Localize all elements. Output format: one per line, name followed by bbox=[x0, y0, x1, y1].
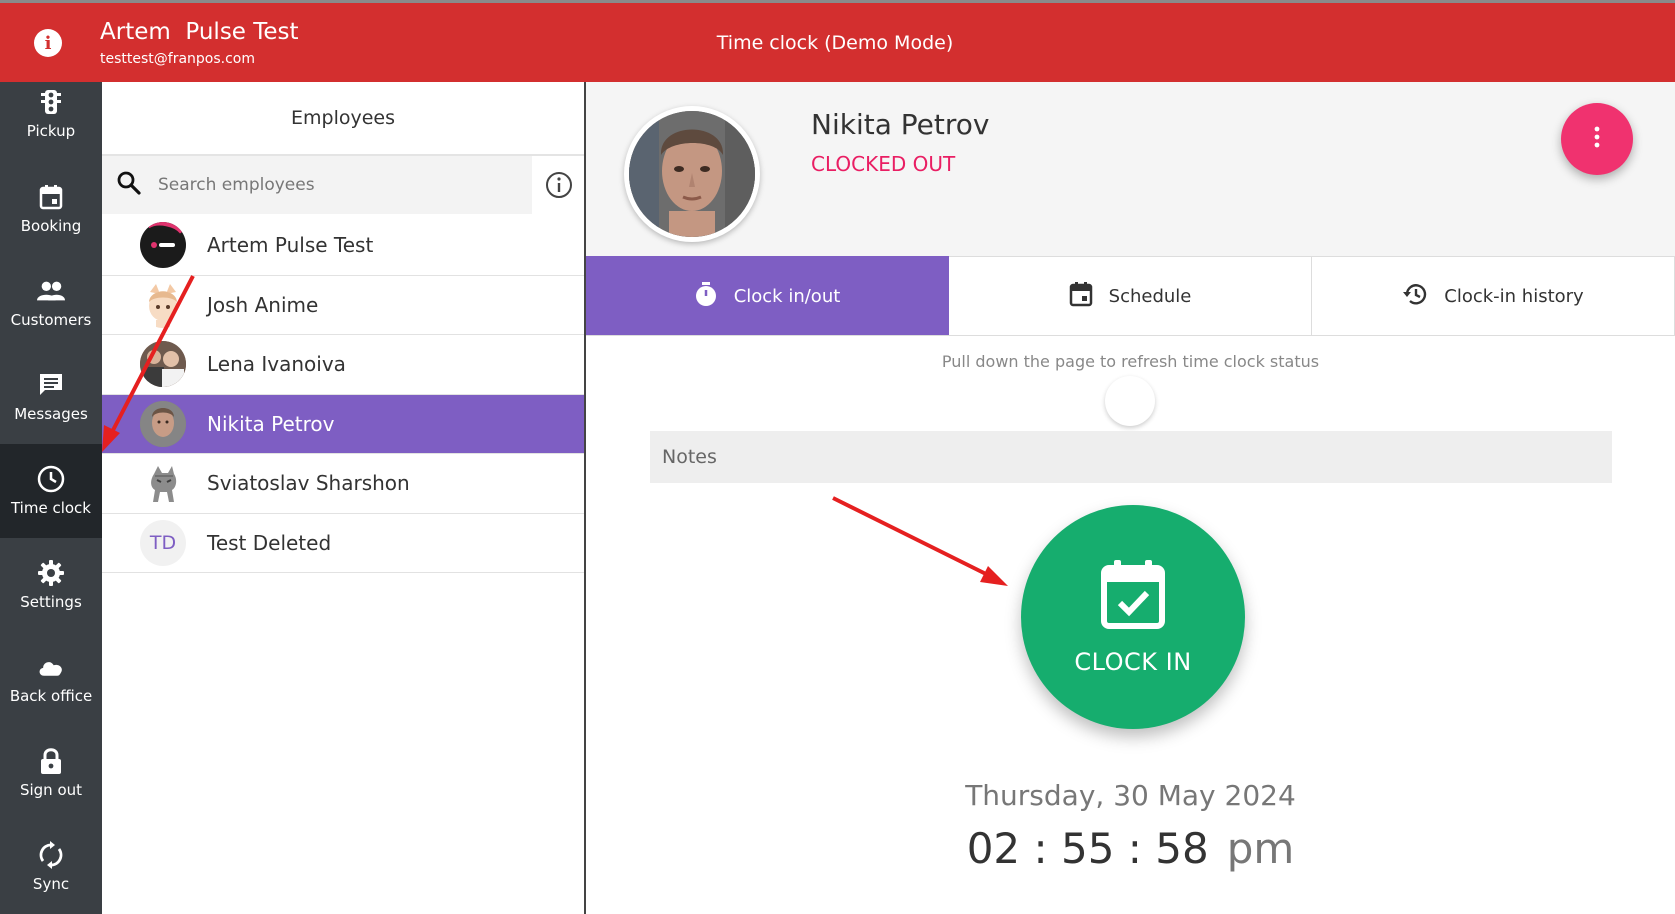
sidebar-item-label: Customers bbox=[10, 311, 92, 329]
employee-row-selected[interactable]: Nikita Petrov bbox=[102, 394, 584, 454]
user-name: Artem Pulse Test bbox=[100, 19, 299, 45]
employee-row[interactable]: Josh Anime bbox=[102, 276, 584, 335]
info-circle-icon[interactable] bbox=[544, 170, 574, 204]
clock-in-button[interactable]: CLOCK IN bbox=[1021, 505, 1245, 729]
notes-field[interactable]: Notes bbox=[650, 431, 1612, 483]
more-options-button[interactable] bbox=[1561, 103, 1633, 175]
employee-name: Nikita Petrov bbox=[207, 411, 335, 436]
employees-header: Employees bbox=[102, 82, 584, 156]
employee-detail: Nikita Petrov CLOCKED OUT Clock in/out S… bbox=[586, 82, 1675, 914]
sidebar-item-label: Sync bbox=[32, 875, 70, 893]
current-date: Thursday, 30 May 2024 bbox=[965, 779, 1296, 812]
time-clock-screen: i Artem Pulse Test testtest@franpos.com … bbox=[0, 0, 1675, 914]
history-icon bbox=[1402, 281, 1428, 312]
employee-name: Josh Anime bbox=[207, 292, 319, 317]
clock-in-label: CLOCK IN bbox=[1074, 648, 1192, 676]
sidebar-item-time-clock[interactable]: Time clock bbox=[0, 444, 102, 538]
employee-row[interactable]: TD Test Deleted bbox=[102, 514, 584, 573]
tab-clock-in-out[interactable]: Clock in/out bbox=[586, 256, 949, 335]
employee-list: Artem Pulse Test Josh Anime Lena Ivanoiv… bbox=[102, 216, 584, 573]
initials-avatar: TD bbox=[140, 519, 186, 566]
tab-label: Schedule bbox=[1108, 285, 1192, 307]
clock-icon bbox=[37, 465, 65, 493]
sidebar-item-messages[interactable]: Messages bbox=[0, 350, 102, 444]
sidebar-item-label: Pickup bbox=[26, 122, 76, 140]
employee-name-heading: Nikita Petrov bbox=[811, 108, 990, 141]
time-ampm: pm bbox=[1226, 824, 1295, 873]
sidebar-item-sync[interactable]: Sync bbox=[0, 820, 102, 914]
calendar-icon bbox=[37, 183, 65, 211]
stopwatch-icon bbox=[694, 281, 718, 312]
employee-row[interactable]: Artem Pulse Test bbox=[102, 216, 584, 276]
employee-name: Artem Pulse Test bbox=[207, 233, 374, 258]
search-row bbox=[102, 156, 584, 216]
sidebar-item-sign-out[interactable]: Sign out bbox=[0, 726, 102, 820]
profile-header: Nikita Petrov CLOCKED OUT bbox=[586, 82, 1675, 256]
top-bar: i Artem Pulse Test testtest@franpos.com … bbox=[0, 0, 1675, 82]
sidebar-item-pickup[interactable]: Pickup bbox=[0, 74, 102, 154]
sidebar-item-customers[interactable]: Customers bbox=[0, 256, 102, 350]
gear-icon bbox=[37, 559, 65, 587]
calendar-icon bbox=[1069, 281, 1093, 312]
sidebar-item-settings[interactable]: Settings bbox=[0, 538, 102, 632]
detail-tabs: Clock in/out Schedule Clock-in history bbox=[586, 256, 1675, 336]
employee-name: Lena Ivanoiva bbox=[207, 352, 346, 377]
refresh-hint: Pull down the page to refresh time clock… bbox=[941, 352, 1320, 371]
page-title: Time clock (Demo Mode) bbox=[716, 32, 954, 54]
time-value: 02 : 55 : 58 bbox=[966, 824, 1209, 873]
people-icon bbox=[37, 277, 65, 305]
employee-name: Sviatoslav Sharshon bbox=[207, 471, 410, 496]
traffic-light-icon bbox=[37, 88, 65, 116]
search-box bbox=[102, 156, 532, 214]
cloud-icon bbox=[37, 653, 65, 681]
franpos-logo-avatar bbox=[140, 222, 186, 269]
employee-row[interactable]: Sviatoslav Sharshon bbox=[102, 454, 584, 514]
current-time: 02 : 55 : 58 pm bbox=[586, 824, 1675, 873]
sidebar-item-booking[interactable]: Booking bbox=[0, 162, 102, 256]
search-input[interactable] bbox=[158, 175, 518, 195]
profile-photo bbox=[624, 106, 760, 242]
refresh-spinner bbox=[1105, 376, 1155, 426]
portrait-photo-avatar bbox=[140, 400, 186, 447]
search-icon bbox=[102, 170, 142, 200]
tab-clock-in-history[interactable]: Clock-in history bbox=[1312, 256, 1675, 335]
sidebar-item-label: Booking bbox=[20, 217, 82, 235]
sidebar-item-back-office[interactable]: Back office bbox=[0, 632, 102, 726]
calendar-check-icon bbox=[1100, 558, 1166, 634]
more-vert-icon bbox=[1593, 126, 1601, 152]
tab-label: Clock in/out bbox=[733, 285, 841, 307]
info-icon[interactable]: i bbox=[34, 29, 62, 57]
sidebar-item-label: Messages bbox=[14, 405, 88, 423]
sidebar-item-label: Settings bbox=[20, 593, 82, 611]
sidebar-item-label: Time clock bbox=[10, 499, 91, 517]
employees-panel: Employees Artem Pulse Test bbox=[102, 82, 586, 914]
anime-avatar bbox=[140, 281, 186, 328]
user-email: testtest@franpos.com bbox=[100, 51, 256, 67]
sidebar-item-label: Sign out bbox=[19, 781, 83, 799]
cat-photo-avatar bbox=[140, 460, 186, 507]
group-photo-avatar bbox=[140, 341, 186, 388]
lock-icon bbox=[37, 747, 65, 775]
clock-status: CLOCKED OUT bbox=[811, 152, 956, 176]
sync-icon bbox=[37, 841, 65, 869]
tab-schedule[interactable]: Schedule bbox=[949, 256, 1312, 335]
tab-label: Clock-in history bbox=[1444, 285, 1584, 307]
sidebar: Pickup Booking Customers Messages Time c… bbox=[0, 82, 102, 914]
chat-icon bbox=[37, 371, 65, 399]
sidebar-item-label: Back office bbox=[9, 687, 93, 705]
employee-row[interactable]: Lena Ivanoiva bbox=[102, 335, 584, 395]
employee-name: Test Deleted bbox=[207, 530, 332, 555]
